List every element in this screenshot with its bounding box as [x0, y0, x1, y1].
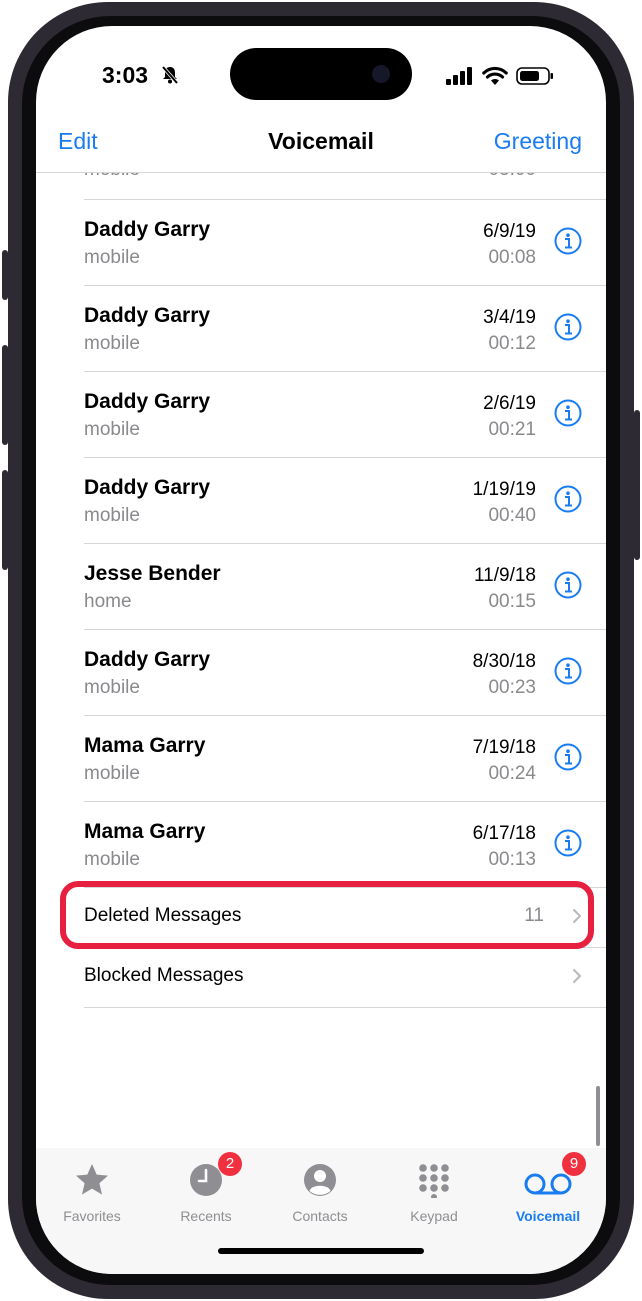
voicemail-date: 3/4/19 [483, 307, 536, 328]
side-button [634, 410, 640, 560]
keypad-icon [419, 1164, 449, 1198]
row-separator [84, 457, 606, 458]
voicemail-duration: 00:08 [488, 247, 536, 268]
row-separator [84, 629, 606, 630]
voicemail-date: 7/19/18 [472, 737, 536, 758]
tab-contacts[interactable]: Contacts [272, 1156, 368, 1226]
voicemail-badge: 9 [562, 1152, 586, 1176]
voicemail-row[interactable]: Daddy Garry mobile 1/19/19 00:40 [84, 457, 606, 543]
blocked-messages-label: Blocked Messages [84, 965, 244, 986]
row-separator [84, 715, 606, 716]
partial-row-duration: 03:00 [488, 173, 536, 181]
voicemail-duration: 00:21 [488, 419, 536, 440]
silent-bell-icon [161, 65, 179, 85]
voicemail-list[interactable]: mobile 03:00 Daddy Garry mobile 6/9/19 0… [36, 173, 606, 1147]
voicemail-row[interactable]: Daddy Garry mobile 6/9/19 00:08 [84, 199, 606, 285]
row-separator [84, 285, 606, 286]
caller-name: Daddy Garry [84, 218, 211, 241]
voicemail-row[interactable]: Mama Garry mobile 6/17/18 00:13 [84, 801, 606, 887]
voicemail-date: 1/19/19 [472, 479, 536, 500]
caller-name: Mama Garry [84, 734, 206, 757]
number-label: mobile [84, 677, 140, 698]
screen: 3:03 Edit Voicemail Greeting m [36, 26, 606, 1274]
partial-row-label: mobile [84, 173, 140, 180]
recents-badge: 2 [218, 1152, 242, 1176]
info-icon[interactable] [554, 657, 582, 685]
row-separator [84, 543, 606, 544]
voicemail-row[interactable]: Daddy Garry mobile 2/6/19 00:21 [84, 371, 606, 457]
number-label: mobile [84, 505, 140, 526]
voicemail-duration: 00:23 [488, 677, 536, 698]
tab-label: Contacts [292, 1208, 348, 1224]
info-icon[interactable] [554, 571, 582, 599]
greeting-button[interactable]: Greeting [494, 128, 582, 155]
action-button [2, 250, 8, 300]
tab-keypad[interactable]: Keypad [386, 1156, 482, 1226]
number-label: home [84, 591, 132, 612]
number-label: mobile [84, 247, 140, 268]
info-icon[interactable] [554, 829, 582, 857]
tab-label: Recents [180, 1208, 232, 1224]
tab-voicemail[interactable]: 9 Voicemail [500, 1152, 596, 1226]
info-icon[interactable] [554, 399, 582, 427]
battery-icon [516, 67, 553, 85]
voicemail-row[interactable]: Daddy Garry mobile 3/4/19 00:12 [84, 285, 606, 371]
voicemail-date: 6/17/18 [472, 823, 536, 844]
info-icon[interactable] [554, 743, 582, 771]
info-icon[interactable] [554, 485, 582, 513]
caller-name: Mama Garry [84, 820, 206, 843]
tab-recents[interactable]: 2 Recents [158, 1152, 254, 1226]
volume-down-button [2, 470, 8, 570]
navigation-bar: Edit Voicemail Greeting [36, 122, 606, 174]
voicemail-duration: 00:12 [488, 333, 536, 354]
star-icon [76, 1164, 108, 1195]
tab-label: Keypad [410, 1208, 458, 1224]
tab-label: Voicemail [515, 1208, 581, 1224]
status-time: 3:03 [102, 62, 149, 88]
row-separator [84, 371, 606, 372]
scrollbar[interactable] [596, 1086, 600, 1146]
caller-name: Daddy Garry [84, 476, 211, 499]
voicemail-duration: 00:40 [488, 505, 536, 526]
home-indicator[interactable] [218, 1248, 424, 1254]
voicemail-row[interactable]: Daddy Garry mobile 8/30/18 00:23 [84, 629, 606, 715]
row-separator [84, 199, 606, 200]
caller-name: Jesse Bender [84, 562, 221, 585]
tab-label: Favorites [63, 1208, 121, 1224]
voicemail-date: 6/9/19 [483, 221, 536, 242]
partial-list-item[interactable]: mobile 03:00 [84, 173, 574, 185]
dynamic-island [230, 48, 412, 100]
status-icons [446, 66, 554, 86]
voicemail-row[interactable]: Mama Garry mobile 7/19/18 00:24 [84, 715, 606, 801]
wifi-icon [482, 66, 508, 85]
caller-name: Daddy Garry [84, 390, 211, 413]
row-separator [84, 801, 606, 802]
blocked-messages-row[interactable]: Blocked Messages [84, 947, 606, 1007]
cellular-signal-icon [446, 67, 472, 85]
row-separator [84, 1007, 606, 1008]
number-label: mobile [84, 763, 140, 784]
voicemail-duration: 00:15 [488, 591, 536, 612]
caller-name: Daddy Garry [84, 648, 211, 671]
chevron-right-icon [573, 969, 581, 983]
voicemail-date: 2/6/19 [483, 393, 536, 414]
person-icon [304, 1164, 336, 1196]
highlight-annotation [60, 881, 594, 949]
caller-name: Daddy Garry [84, 304, 211, 327]
voicemail-row[interactable]: Jesse Bender home 11/9/18 00:15 [84, 543, 606, 629]
info-icon[interactable] [554, 227, 582, 255]
voicemail-duration: 00:24 [488, 763, 536, 784]
voicemail-duration: 00:13 [488, 849, 536, 870]
tab-bar: Favorites 2 Recents Contacts Keypad 9 Vo… [36, 1148, 606, 1274]
tab-favorites[interactable]: Favorites [44, 1156, 140, 1226]
number-label: mobile [84, 333, 140, 354]
volume-up-button [2, 345, 8, 445]
voicemail-date: 11/9/18 [474, 565, 536, 586]
number-label: mobile [84, 849, 140, 870]
front-camera [372, 65, 390, 83]
number-label: mobile [84, 419, 140, 440]
info-icon[interactable] [554, 313, 582, 341]
voicemail-date: 8/30/18 [472, 651, 536, 672]
